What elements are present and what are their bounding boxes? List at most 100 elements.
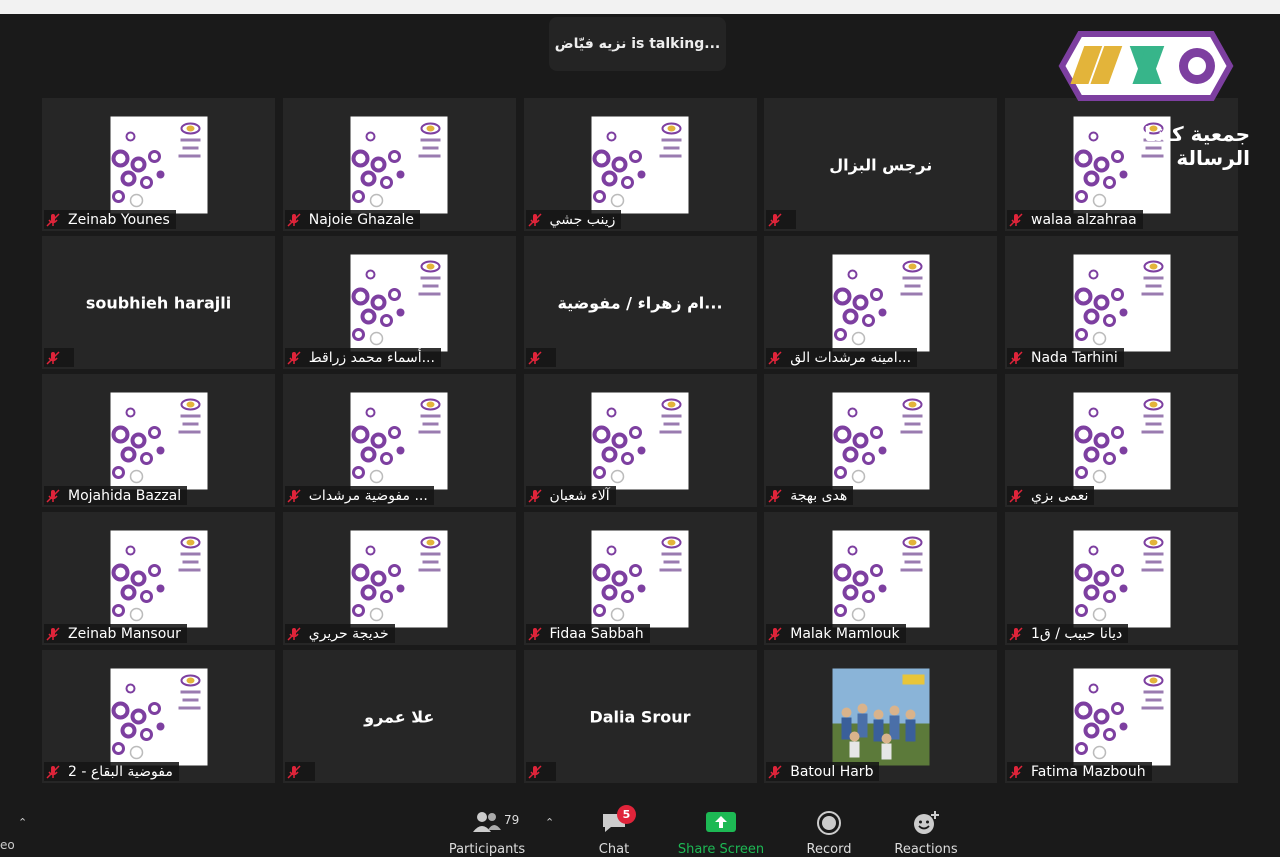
mic-muted-icon	[768, 350, 782, 365]
participant-display-name: علا عمرو	[364, 707, 435, 726]
participant-tile[interactable]: خديجة حريري	[282, 512, 516, 645]
participants-count: 79	[504, 813, 520, 827]
participant-name-label	[766, 210, 797, 229]
participant-tile[interactable]: Najoie Ghazale	[282, 98, 516, 231]
active-speaker-banner: نزيه فيّاض is talking...	[549, 17, 726, 71]
mic-muted-icon	[287, 212, 301, 227]
participant-tile[interactable]: Zeinab Younes	[42, 98, 275, 231]
slide-graphic	[110, 530, 207, 627]
slide-graphic	[350, 530, 448, 627]
participant-name-label: Fatima Mazbouh	[1007, 762, 1152, 781]
participant-tile[interactable]: هدى بهجة	[764, 374, 998, 507]
participant-name: امينه مرشدات الق...	[790, 349, 912, 366]
participant-tile[interactable]: مفوضية البقاع - 2	[42, 650, 275, 783]
participant-tile[interactable]: أسماء محمد زراقط...	[282, 236, 516, 369]
share-screen-label: Share Screen	[677, 842, 765, 857]
participant-name-label: امينه مرشدات الق...	[766, 348, 918, 367]
participant-name: مفوضية مرشدات ...	[308, 487, 428, 504]
slide-graphic	[110, 392, 207, 489]
participant-video-thumbnail	[591, 116, 689, 213]
reactions-label: Reactions	[894, 842, 958, 857]
participant-tile[interactable]: Fatima Mazbouh	[1005, 650, 1238, 783]
participant-tile[interactable]: ام زهراء / مفوضية...	[523, 236, 757, 369]
participant-video-thumbnail	[350, 530, 448, 627]
mic-muted-icon	[527, 488, 542, 503]
slide-graphic	[1073, 254, 1170, 351]
participant-tile[interactable]: Malak Mamlouk	[764, 512, 998, 645]
participant-tile[interactable]: Batoul Harb	[764, 650, 998, 783]
slide-graphic	[832, 530, 930, 627]
participant-name-label	[44, 348, 74, 367]
participant-name-label: Najoie Ghazale	[284, 210, 420, 229]
participant-tile[interactable]: Nada Tarhini	[1005, 236, 1238, 369]
participant-name: walaa alzahraa	[1031, 211, 1137, 228]
chat-badge: 5	[617, 805, 636, 824]
reactions-button[interactable]: Reactions	[881, 800, 971, 857]
participant-tile[interactable]: نعمى بزي	[1005, 374, 1238, 507]
mic-muted-icon	[768, 212, 782, 227]
audio-options-caret[interactable]: ⌃	[18, 816, 27, 829]
record-label: Record	[806, 842, 852, 857]
participant-tile[interactable]: مفوضية مرشدات ...	[282, 374, 516, 507]
participant-name-label: Zeinab Mansour	[44, 624, 187, 643]
participant-name: Mojahida Bazzal	[68, 487, 182, 504]
participant-display-name: Dalia Srour	[589, 707, 691, 726]
participant-tile[interactable]: Dalia Srour	[523, 650, 757, 783]
participant-name: خديجة حريري	[308, 625, 389, 642]
gallery-grid: Zeinab Younes Najoie Ghazale زينب جشي نرجس …	[42, 98, 1238, 788]
participant-tile[interactable]: زينب جشي	[523, 98, 757, 231]
participant-video-thumbnail	[832, 254, 930, 351]
participant-tile[interactable]: علا عمرو	[282, 650, 516, 783]
participant-name-label: أسماء محمد زراقط...	[284, 348, 441, 367]
participant-name-label: مفوضية مرشدات ...	[284, 486, 434, 505]
record-icon	[817, 811, 841, 835]
participant-display-name: ام زهراء / مفوضية...	[557, 293, 723, 312]
mic-muted-icon	[527, 350, 542, 365]
participant-video-thumbnail	[1073, 392, 1170, 489]
speaker-name: نزيه فيّاض	[554, 36, 627, 52]
mic-muted-icon	[1009, 212, 1023, 227]
participant-video-thumbnail	[591, 392, 689, 489]
slide-graphic	[350, 254, 448, 351]
mic-muted-icon	[527, 212, 542, 227]
participant-name-label	[284, 762, 315, 781]
participant-name: Malak Mamlouk	[790, 625, 900, 642]
participant-tile[interactable]: Zeinab Mansour	[42, 512, 275, 645]
participant-name: Fidaa Sabbah	[549, 625, 644, 642]
participant-video-thumbnail	[350, 116, 448, 213]
participant-video-thumbnail	[591, 530, 689, 627]
participants-label: Participants	[448, 842, 526, 857]
mic-muted-icon	[1009, 350, 1023, 365]
participant-tile[interactable]: امينه مرشدات الق...	[764, 236, 998, 369]
participant-name: هدى بهجة	[790, 487, 848, 504]
record-button[interactable]: Record	[784, 800, 874, 857]
logo-text: جمعية كشافة الرسالة	[1118, 122, 1251, 170]
participant-name: Nada Tarhini	[1031, 349, 1118, 366]
participant-tile[interactable]: soubhieh harajli	[42, 236, 275, 369]
participant-tile[interactable]: آلاء شعبان	[523, 374, 757, 507]
participant-name: أسماء محمد زراقط...	[308, 349, 435, 366]
participant-tile[interactable]: نرجس البزال	[764, 98, 998, 231]
participant-tile[interactable]: ديانا حبيب / ق1	[1005, 512, 1238, 645]
participant-name-label: Zeinab Younes	[44, 210, 176, 229]
slide-graphic	[1073, 668, 1170, 765]
slide-graphic	[1073, 392, 1170, 489]
participant-tile[interactable]: Fidaa Sabbah	[523, 512, 757, 645]
participant-video-thumbnail	[832, 392, 930, 489]
slide-graphic	[832, 254, 930, 351]
participants-caret[interactable]: ⌃	[545, 816, 554, 829]
participant-video-thumbnail	[110, 116, 207, 213]
reactions-icon	[914, 811, 939, 834]
chat-button[interactable]: Chat	[569, 800, 659, 857]
slide-graphic	[832, 392, 930, 489]
share-screen-button[interactable]: Share Screen	[676, 800, 766, 857]
slide-graphic	[591, 392, 689, 489]
participant-video-thumbnail	[110, 530, 207, 627]
window-top-bar	[0, 0, 1280, 14]
participant-name-label: زينب جشي	[525, 210, 622, 229]
slide-graphic	[591, 116, 689, 213]
participant-name-label: Mojahida Bazzal	[44, 486, 188, 505]
participant-tile[interactable]: Mojahida Bazzal	[42, 374, 275, 507]
participant-name-label	[525, 762, 556, 781]
mic-muted-icon	[768, 764, 782, 779]
